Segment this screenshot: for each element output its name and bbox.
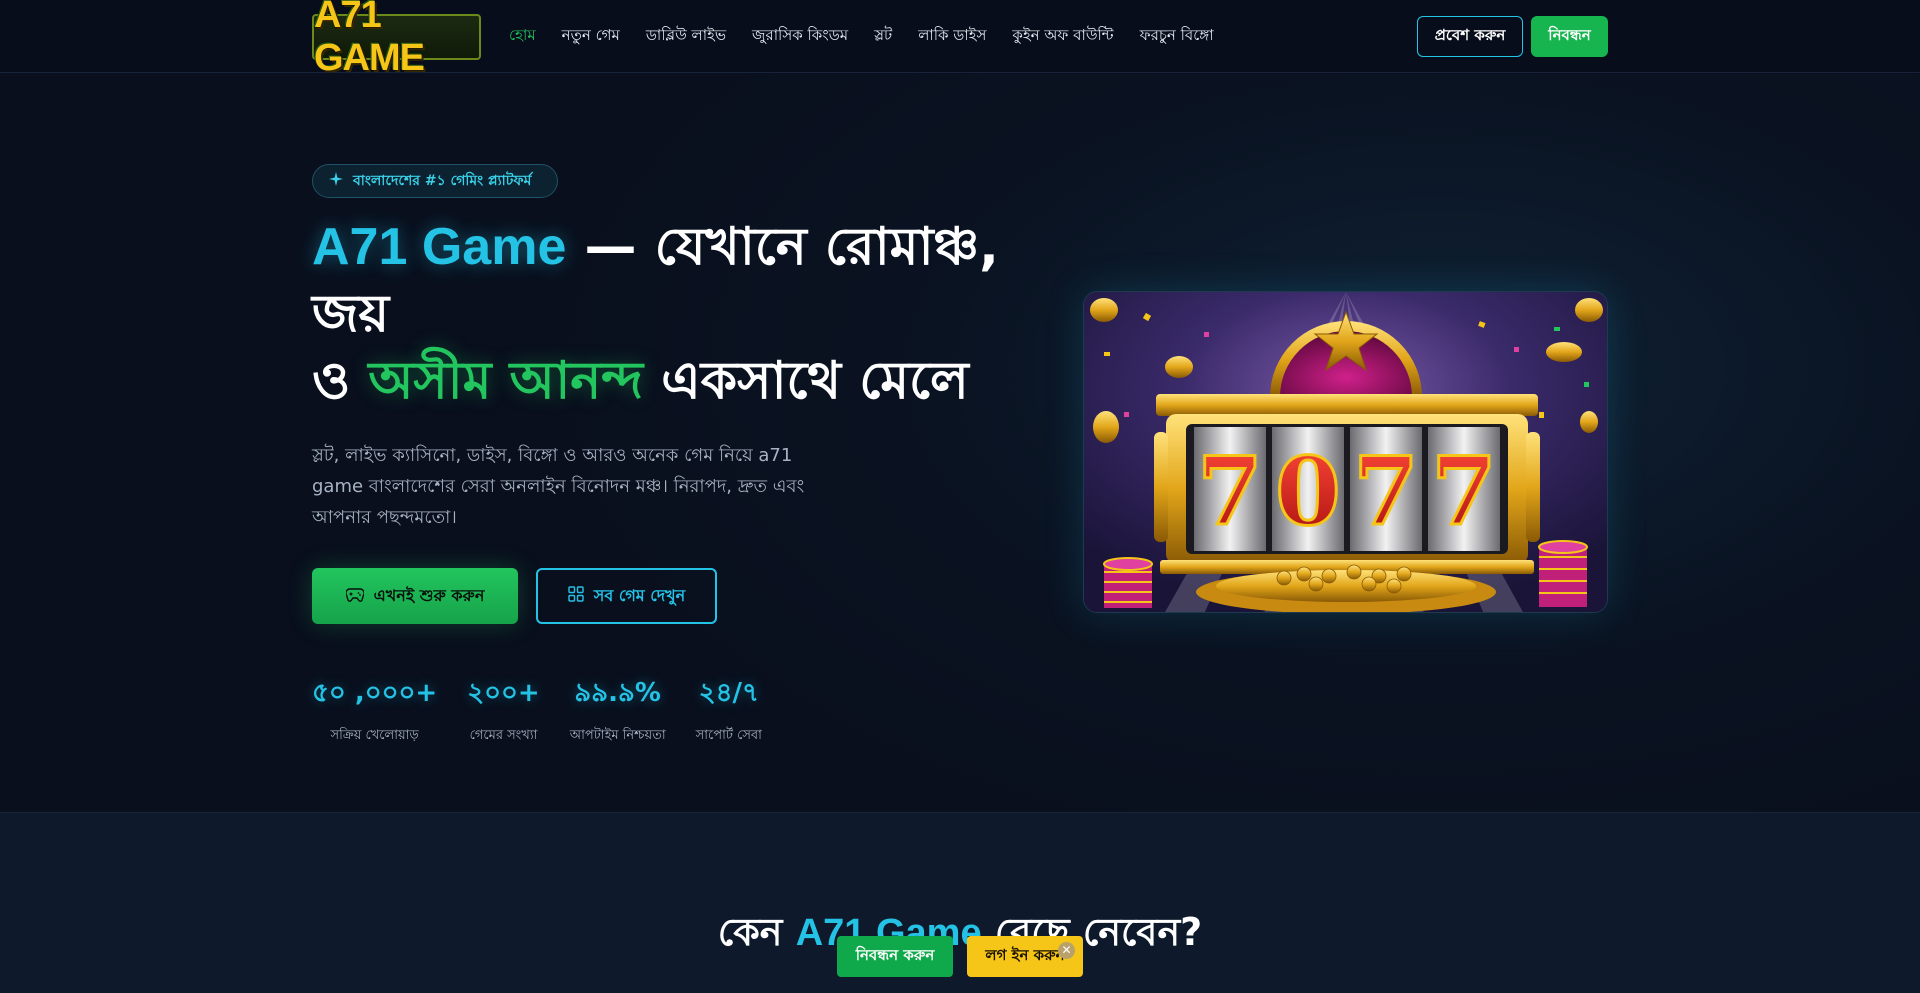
stat-uptime: ৯৯.৯% আপটাইম নিশ্চয়তা: [570, 672, 666, 747]
close-icon[interactable]: ✕: [1058, 942, 1075, 959]
hero-description: স্লট, লাইভ ক্যাসিনো, ডাইস, বিঙ্গো ও আরও …: [312, 445, 805, 528]
nav-item-w-live[interactable]: ডাব্লিউ লাইভ: [646, 24, 726, 49]
sparkle-icon: [329, 172, 343, 190]
register-button[interactable]: নিবন্ধন: [1531, 16, 1608, 57]
stat-value: ৯৯.৯%: [574, 678, 661, 708]
main-nav: হোম নতুন গেম ডাব্লিউ লাইভ জুরাসিক কিংডম …: [509, 0, 1240, 73]
stat-support: ২৪/৭ সাপোর্ট সেবা: [696, 672, 762, 747]
nav-item-queen-of-bounty[interactable]: কুইন অফ বাউন্টি: [1012, 24, 1113, 49]
stat-label: সক্রিয় খেলোয়াড়: [330, 728, 419, 743]
slot-digit-4: 7: [1431, 437, 1496, 547]
site-logo[interactable]: A71 GAME: [312, 0, 481, 79]
login-button[interactable]: প্রবেশ করুন: [1417, 16, 1523, 57]
hero-title-part2: ও: [312, 351, 369, 411]
slot-digit-2: 0: [1275, 437, 1340, 547]
hero-section: [0, 74, 1920, 812]
stat-label: গেমের সংখ্যা: [469, 728, 538, 743]
hero-title-brand: A71 Game: [312, 218, 567, 276]
why-choose-section: কেন A71 Game বেছে নেবেন?: [0, 812, 1920, 993]
nav-item-lucky-dice[interactable]: লাকি ডাইস: [918, 24, 986, 49]
stat-value: ২০০+: [467, 678, 540, 708]
floating-register-button[interactable]: নিবন্ধন করুন: [837, 936, 953, 977]
stat-value: ২৪/৭: [698, 678, 759, 708]
badge-text: বাংলাদেশের #১ গেমিং প্ল্যাটফর্ম: [353, 173, 532, 189]
hero-title-part3: একসাথে মেলে: [643, 351, 969, 411]
top-navbar: A71 GAME হোম নতুন গেম ডাব্লিউ লাইভ জুরাস…: [0, 0, 1920, 79]
view-all-games-button[interactable]: সব গেম দেখুন: [536, 568, 717, 624]
start-now-button[interactable]: এখনই শুরু করুন: [312, 568, 518, 624]
platform-badge: বাংলাদেশের #১ গেমিং প্ল্যাটফর্ম: [312, 164, 558, 198]
hero-title-highlight: অসীম আনন্দ: [368, 351, 644, 411]
slot-machine-image: 7 0 7 7: [1083, 291, 1608, 613]
nav-item-fortune-bingo[interactable]: ফরচুন বিঙ্গো: [1140, 24, 1214, 49]
stat-game-count: ২০০+ গেমের সংখ্যা: [467, 672, 540, 747]
nav-item-new-games[interactable]: নতুন গেম: [562, 24, 620, 49]
why-title-part1: কেন: [717, 910, 796, 954]
slot-digit-1: 7: [1197, 437, 1262, 547]
nav-item-slot[interactable]: স্লট: [874, 24, 892, 49]
nav-item-home[interactable]: হোম: [509, 24, 536, 49]
stat-value: ৫০ ,০০০+: [312, 678, 438, 708]
gamepad-icon: [344, 587, 365, 606]
hero-title: A71 Game — যেখানে রোমাঞ্চ, জয় ও অসীম আনন…: [312, 214, 1032, 415]
stat-active-players: ৫০ ,০০০+ সক্রিয় খেলোয়াড়: [312, 672, 437, 747]
stat-label: আপটাইম নিশ্চয়তা: [569, 728, 666, 743]
grid-icon: [568, 586, 584, 606]
view-all-games-label: সব গেম দেখুন: [593, 585, 686, 605]
why-choose-title: কেন A71 Game বেছে নেবেন?: [0, 903, 1920, 967]
nav-item-jurassic-kingdom[interactable]: জুরাসিক কিংডম: [752, 24, 848, 49]
start-now-label: এখনই শুরু করুন: [373, 585, 485, 605]
stat-label: সাপোর্ট সেবা: [695, 728, 762, 743]
hero-stats: ৫০ ,০০০+ সক্রিয় খেলোয়াড় ২০০+ গেমের সং…: [312, 672, 792, 747]
slot-digit-3: 7: [1353, 437, 1418, 547]
